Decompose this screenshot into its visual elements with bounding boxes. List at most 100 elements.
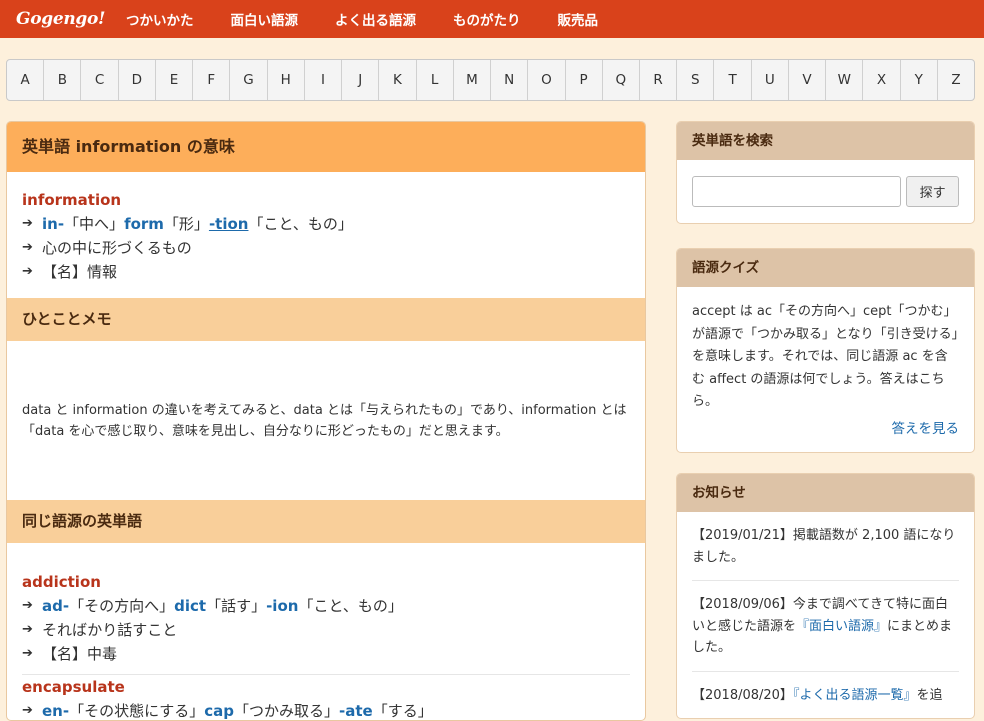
alpha-e[interactable]: E bbox=[156, 60, 194, 100]
etymology-meaning: 「その方向へ」 bbox=[69, 597, 175, 615]
arrow-right-icon: ➔ bbox=[22, 264, 33, 279]
memo-text: data と information の違いを考えてみると、data とは「与え… bbox=[22, 403, 627, 439]
etymology-meaning: 「こと、もの」 bbox=[248, 215, 353, 233]
alpha-k[interactable]: K bbox=[379, 60, 417, 100]
etymology-part-link[interactable]: en- bbox=[42, 699, 69, 720]
etymology-part-link[interactable]: dict bbox=[174, 594, 206, 618]
arrow-right-icon: ➔ bbox=[22, 646, 33, 661]
alpha-i[interactable]: I bbox=[305, 60, 343, 100]
news-panel: お知らせ 【2019/01/21】掲載語数が 2,100 語になりました。 【2… bbox=[676, 473, 975, 719]
related-word-link[interactable]: encapsulate bbox=[22, 675, 630, 699]
alpha-p[interactable]: P bbox=[566, 60, 603, 100]
news-item: 【2018/08/20】『よく出る語源一覧』を追 bbox=[692, 672, 959, 719]
arrow-right-icon: ➔ bbox=[22, 598, 33, 613]
list-item: encapsulate ➔ en- 「その状態にする」 cap 「つかみ取る」 … bbox=[7, 675, 645, 720]
entry-word: information bbox=[22, 191, 122, 209]
entry-gloss: そればかり話すこと bbox=[42, 621, 178, 639]
alpha-y[interactable]: Y bbox=[901, 60, 938, 100]
news-title: お知らせ bbox=[677, 474, 974, 512]
related-title: 同じ語源の英単語 bbox=[7, 500, 645, 543]
search-panel: 英単語を検索 探す bbox=[676, 121, 975, 224]
arrow-right-icon: ➔ bbox=[22, 216, 33, 231]
alpha-f[interactable]: F bbox=[193, 60, 231, 100]
alpha-w[interactable]: W bbox=[826, 60, 864, 100]
page-title: 英単語 information の意味 bbox=[7, 122, 645, 172]
etymology-part-link[interactable]: form bbox=[124, 212, 164, 236]
etymology-meaning: 「つかみ取る」 bbox=[234, 702, 340, 720]
search-button[interactable]: 探す bbox=[906, 176, 959, 207]
etymology-part-link[interactable]: -ate bbox=[339, 699, 373, 720]
search-row: 探す bbox=[677, 160, 974, 223]
alpha-c[interactable]: C bbox=[81, 60, 119, 100]
etymology-meaning: 「話す」 bbox=[206, 597, 267, 615]
etymology-meaning: 「その状態にする」 bbox=[69, 702, 205, 720]
gloss-line: ➔ そればかり話すこと bbox=[22, 618, 630, 642]
entry-gloss: 心の中に形づくるもの bbox=[42, 239, 192, 257]
alphabet-index: A B C D E F G H I J K L M N O P Q R S T … bbox=[6, 59, 975, 101]
news-link[interactable]: 『よく出る語源一覧』 bbox=[793, 688, 917, 703]
etymology-meaning: 「形」 bbox=[163, 215, 209, 233]
news-card: お知らせ 【2019/01/21】掲載語数が 2,100 語になりました。 【2… bbox=[676, 473, 975, 719]
top-navbar: Gogengo! つかいかた 面白い語源 よく出る語源 ものがたり 販売品 bbox=[0, 0, 984, 38]
etymology-part-link[interactable]: cap bbox=[204, 699, 234, 720]
news-text: を追 bbox=[916, 687, 943, 703]
alpha-m[interactable]: M bbox=[454, 60, 492, 100]
entry-definition: 【名】情報 bbox=[42, 263, 118, 281]
etymology-part-link[interactable]: ad- bbox=[42, 594, 69, 618]
definition-line: ➔ 【名】中毒 bbox=[22, 642, 630, 666]
alpha-v[interactable]: V bbox=[789, 60, 827, 100]
nav-frequent-etymology[interactable]: よく出る語源 bbox=[335, 9, 416, 29]
quiz-panel: 語源クイズ accept は ac「その方向へ」cept「つかむ」が語源で「つか… bbox=[676, 248, 975, 453]
etymology-part-link[interactable]: in- bbox=[42, 212, 64, 236]
alpha-h[interactable]: H bbox=[268, 60, 305, 100]
etymology-meaning: 「中へ」 bbox=[64, 215, 125, 233]
nav-usage[interactable]: つかいかた bbox=[126, 9, 194, 29]
etymology-part-link[interactable]: -ion bbox=[266, 594, 298, 618]
alpha-a[interactable]: A bbox=[7, 60, 45, 100]
arrow-right-icon: ➔ bbox=[22, 703, 33, 718]
search-card: 英単語を検索 探す bbox=[676, 121, 975, 224]
alpha-o[interactable]: O bbox=[528, 60, 566, 100]
news-text: 【2018/08/20】 bbox=[692, 687, 793, 703]
quiz-card: 語源クイズ accept は ac「その方向へ」cept「つかむ」が語源で「つか… bbox=[676, 248, 975, 453]
nav-stories[interactable]: ものがたり bbox=[453, 9, 521, 29]
search-input[interactable] bbox=[692, 176, 902, 207]
etymology-meaning: 「こと、もの」 bbox=[298, 597, 403, 615]
entry-definition: 【名】中毒 bbox=[42, 645, 118, 663]
etymology-meaning: 「する」 bbox=[372, 702, 433, 720]
word-entry: information ➔ in- 「中へ」 form 「形」 -tion 「こ… bbox=[7, 172, 645, 298]
alpha-l[interactable]: L bbox=[417, 60, 454, 100]
arrow-right-icon: ➔ bbox=[22, 240, 33, 255]
alpha-n[interactable]: N bbox=[491, 60, 529, 100]
etymology-line: ➔ ad- 「その方向へ」 dict 「話す」 -ion 「こと、もの」 bbox=[22, 594, 630, 618]
alpha-z[interactable]: Z bbox=[938, 60, 974, 100]
alpha-j[interactable]: J bbox=[342, 60, 380, 100]
memo-title: ひとことメモ bbox=[7, 298, 645, 341]
nav-products[interactable]: 販売品 bbox=[558, 9, 599, 29]
related-word-link[interactable]: addiction bbox=[22, 570, 630, 594]
quiz-text: accept は ac「その方向へ」cept「つかむ」が語源で「つかみ取る」とな… bbox=[692, 304, 959, 409]
nav-interesting-etymology[interactable]: 面白い語源 bbox=[231, 9, 299, 29]
alpha-u[interactable]: U bbox=[752, 60, 789, 100]
alpha-x[interactable]: X bbox=[863, 60, 901, 100]
alpha-s[interactable]: S bbox=[677, 60, 715, 100]
etymology-part-link[interactable]: -tion bbox=[209, 212, 249, 236]
news-link[interactable]: 『面白い語源』 bbox=[796, 619, 887, 634]
word-card: 英単語 information の意味 information ➔ in- 「中… bbox=[6, 121, 646, 721]
etymology-line: ➔ in- 「中へ」 form 「形」 -tion 「こと、もの」 bbox=[22, 212, 630, 236]
definition-line: ➔ 【名】情報 bbox=[22, 260, 630, 284]
news-list: 【2019/01/21】掲載語数が 2,100 語になりました。 【2018/0… bbox=[677, 512, 974, 718]
alpha-q[interactable]: Q bbox=[603, 60, 640, 100]
alpha-g[interactable]: G bbox=[230, 60, 268, 100]
related-list: addiction ➔ ad- 「その方向へ」 dict 「話す」 -ion 「… bbox=[7, 543, 645, 720]
quiz-answer-link[interactable]: 答えを見る bbox=[692, 418, 960, 441]
site-logo[interactable]: Gogengo! bbox=[0, 9, 126, 29]
news-text: 【2019/01/21】掲載語数が 2,100 語になりました。 bbox=[692, 528, 956, 565]
alpha-b[interactable]: B bbox=[44, 60, 82, 100]
alpha-r[interactable]: R bbox=[640, 60, 678, 100]
gloss-line: ➔ 心の中に形づくるもの bbox=[22, 236, 630, 260]
alpha-t[interactable]: T bbox=[714, 60, 752, 100]
quiz-title: 語源クイズ bbox=[677, 249, 974, 287]
news-item: 【2018/09/06】今まで調べてきて特に面白いと感じた語源を『面白い語源』に… bbox=[692, 581, 959, 672]
alpha-d[interactable]: D bbox=[119, 60, 156, 100]
